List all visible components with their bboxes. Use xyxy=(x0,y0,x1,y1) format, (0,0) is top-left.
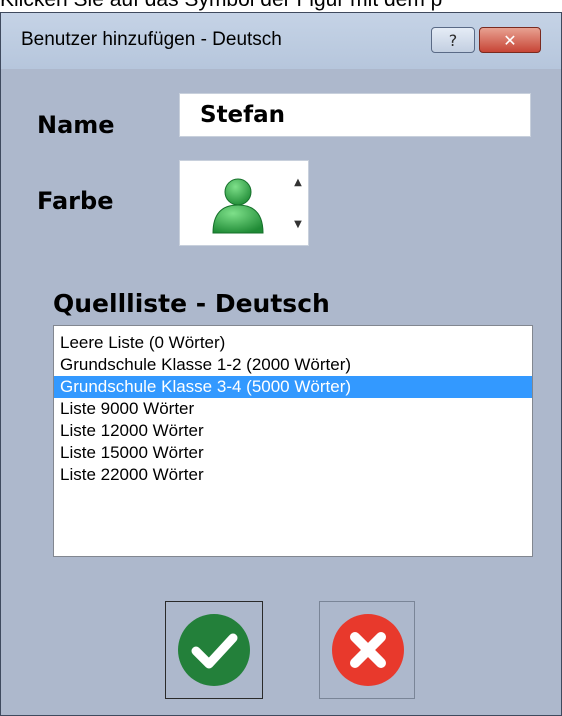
list-item[interactable]: Grundschule Klasse 3-4 (5000 Wörter) xyxy=(54,376,532,398)
list-item[interactable]: Liste 12000 Wörter xyxy=(54,420,532,442)
name-field[interactable]: Stefan xyxy=(179,93,531,137)
name-label: Name xyxy=(37,111,115,139)
list-item[interactable]: Grundschule Klasse 1-2 (2000 Wörter) xyxy=(54,354,532,376)
title-bar: Benutzer hinzufügen - Deutsch ? ✕ xyxy=(1,13,561,69)
window-title: Benutzer hinzufügen - Deutsch xyxy=(21,29,282,50)
close-icon: ✕ xyxy=(503,30,517,50)
x-icon xyxy=(332,614,404,686)
ok-button[interactable] xyxy=(165,601,263,699)
source-list[interactable]: Leere Liste (0 Wörter) Grundschule Klasse… xyxy=(53,325,533,557)
color-spinner[interactable]: ▲ ▼ xyxy=(288,161,308,245)
list-item[interactable]: Liste 22000 Wörter xyxy=(54,464,532,486)
list-item[interactable]: Liste 9000 Wörter xyxy=(54,398,532,420)
spin-up-button[interactable]: ▲ xyxy=(288,161,308,203)
list-item[interactable]: Liste 15000 Wörter xyxy=(54,442,532,464)
background-caption: Klicken Sie auf das Symbol der Figur mit… xyxy=(0,0,442,12)
person-icon[interactable] xyxy=(208,175,268,235)
list-item[interactable]: Leere Liste (0 Wörter) xyxy=(54,332,532,354)
cancel-button[interactable] xyxy=(319,601,415,699)
checkmark-icon xyxy=(178,614,250,686)
color-label: Farbe xyxy=(37,187,114,215)
source-list-label: Quellliste - Deutsch xyxy=(53,289,330,318)
spin-down-button[interactable]: ▼ xyxy=(288,203,308,245)
arrow-down-icon: ▼ xyxy=(294,218,302,230)
help-icon: ? xyxy=(448,30,458,50)
help-button[interactable]: ? xyxy=(431,27,475,53)
add-user-dialog: Benutzer hinzufügen - Deutsch ? ✕ Name S… xyxy=(0,12,562,716)
close-button[interactable]: ✕ xyxy=(479,27,541,53)
color-picker[interactable]: ▲ ▼ xyxy=(179,160,309,246)
arrow-up-icon: ▲ xyxy=(294,176,302,188)
